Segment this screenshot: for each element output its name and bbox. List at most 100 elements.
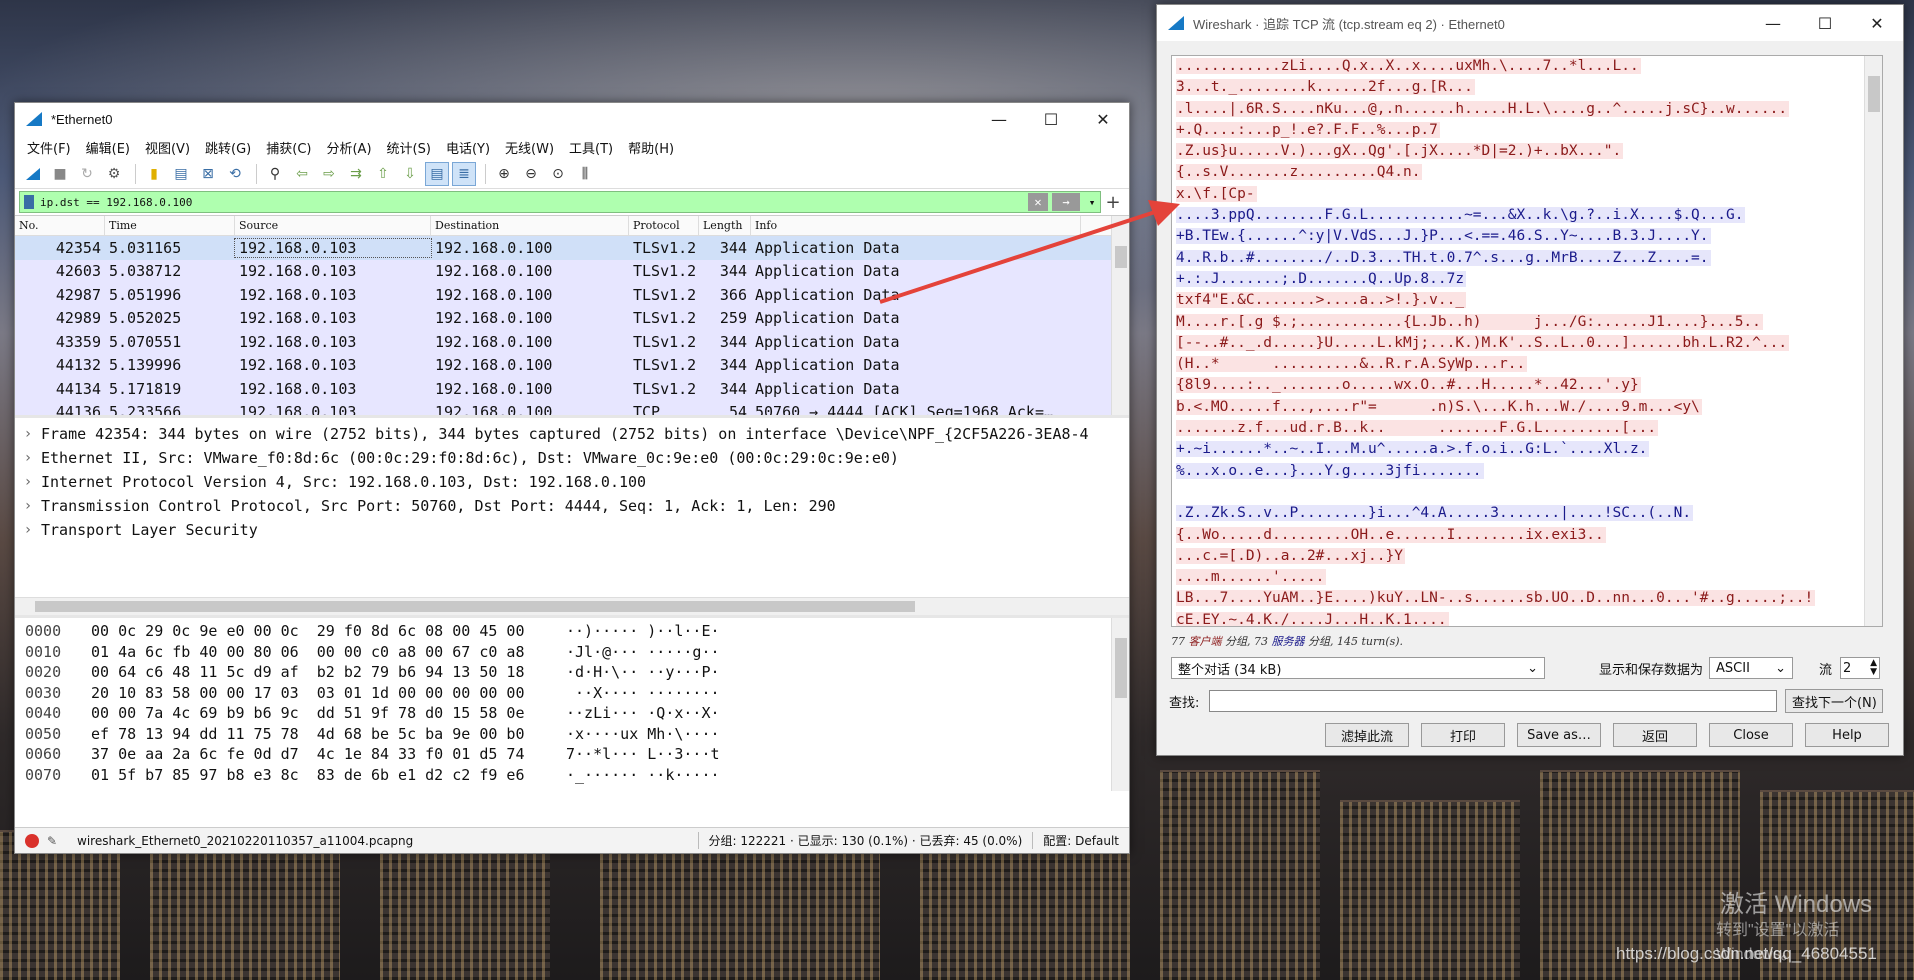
close-button[interactable]: ✕ (1077, 103, 1129, 135)
packet-row[interactable]: 44134 5.171819 192.168.0.103 192.168.0.1… (15, 377, 1129, 401)
packet-list-scrollbar[interactable] (1111, 216, 1129, 415)
close-button[interactable]: ✕ (1851, 7, 1903, 39)
packet-row[interactable]: 42989 5.052025 192.168.0.103 192.168.0.1… (15, 306, 1129, 330)
menu-statistics[interactable]: 统计(S) (381, 138, 440, 157)
capture-comment-icon[interactable]: ✎ (47, 834, 65, 848)
display-filter-input[interactable]: ip.dst == 192.168.0.100 ✕ → ▾ (19, 191, 1101, 213)
save-file-icon[interactable]: ▤ (169, 162, 193, 186)
bytes-row[interactable]: 0030 20 10 83 58 00 00 17 03 03 01 1d 00 … (15, 684, 1129, 705)
column-header-info[interactable]: Info (751, 216, 1081, 235)
find-packet-icon[interactable]: ⚲ (263, 162, 287, 186)
status-profile[interactable]: 配置: Default (1032, 832, 1129, 849)
detail-row[interactable]: › Ethernet II, Src: VMware_f0:8d:6c (00:0… (15, 446, 1129, 470)
expand-chevron-icon[interactable]: › (15, 522, 41, 538)
bytes-row[interactable]: 0070 01 5f b7 85 97 b8 e3 8c 83 de 6b e1 … (15, 766, 1129, 787)
apply-filter-icon[interactable]: → (1052, 193, 1080, 211)
capture-options-icon[interactable]: ⚙ (102, 162, 126, 186)
packet-row[interactable]: 43359 5.070551 192.168.0.103 192.168.0.1… (15, 330, 1129, 354)
bytes-scrollbar[interactable] (1111, 618, 1129, 791)
find-next-button[interactable]: 查找下一个(N) (1785, 689, 1884, 713)
menu-go[interactable]: 跳转(G) (199, 138, 260, 157)
menu-file[interactable]: 文件(F) (21, 138, 80, 157)
back-button[interactable]: 返回 (1613, 723, 1697, 747)
print-button[interactable]: 打印 (1421, 723, 1505, 747)
bytes-row[interactable]: 0050 ef 78 13 94 dd 11 75 78 4d 68 be 5c … (15, 725, 1129, 746)
stream-titlebar[interactable]: Wireshark · 追踪 TCP 流 (tcp.stream eq 2) ·… (1157, 5, 1903, 41)
bytes-row[interactable]: 0020 00 64 c6 48 11 5c d9 af b2 b2 79 b6 … (15, 663, 1129, 684)
conversation-select[interactable]: 整个对话 (34 kB) ⌄ (1171, 657, 1545, 679)
show-as-select[interactable]: ASCII ⌄ (1709, 657, 1794, 679)
column-header-length[interactable]: Length (699, 216, 751, 235)
detail-row[interactable]: › Internet Protocol Version 4, Src: 192.1… (15, 470, 1129, 494)
go-back-icon[interactable]: ⇦ (290, 162, 314, 186)
add-filter-button[interactable]: + (1101, 192, 1125, 213)
last-packet-icon[interactable]: ⇩ (398, 162, 422, 186)
reload-file-icon[interactable]: ⟲ (223, 162, 247, 186)
menu-capture[interactable]: 捕获(C) (260, 138, 320, 157)
maximize-button[interactable]: ☐ (1025, 103, 1077, 135)
open-file-icon[interactable]: ▮ (142, 162, 166, 186)
packet-length: 344 (719, 332, 747, 351)
expand-chevron-icon[interactable]: › (15, 474, 41, 490)
column-header-source[interactable]: Source (235, 216, 431, 235)
details-horizontal-scrollbar[interactable] (15, 597, 1129, 615)
restart-capture-icon[interactable]: ↻ (75, 162, 99, 186)
menu-help[interactable]: 帮助(H) (622, 138, 683, 157)
packet-row[interactable]: 44132 5.139996 192.168.0.103 192.168.0.1… (15, 353, 1129, 377)
menu-telephony[interactable]: 电话(Y) (440, 138, 499, 157)
resize-columns-icon[interactable]: ⫼ (573, 162, 597, 186)
clear-filter-icon[interactable]: ✕ (1028, 193, 1048, 211)
filter-dropdown-icon[interactable]: ▾ (1084, 196, 1100, 209)
expand-chevron-icon[interactable]: › (15, 426, 41, 442)
bytes-row[interactable]: 0040 00 00 7a 4c 69 b9 b6 9c dd 51 9f 78 … (15, 704, 1129, 725)
bookmark-icon[interactable] (24, 195, 34, 209)
autoscroll-icon[interactable]: ▤ (425, 161, 449, 186)
expand-chevron-icon[interactable]: › (15, 498, 41, 514)
display-filter-text[interactable]: ip.dst == 192.168.0.100 (40, 196, 1028, 209)
detail-row[interactable]: › Transmission Control Protocol, Src Port… (15, 494, 1129, 518)
close-file-icon[interactable]: ⊠ (196, 162, 220, 186)
column-header-protocol[interactable]: Protocol (629, 216, 699, 235)
detail-row[interactable]: › Frame 42354: 344 bytes on wire (2752 bi… (15, 422, 1129, 446)
column-header-destination[interactable]: Destination (431, 216, 629, 235)
maximize-button[interactable]: ☐ (1799, 7, 1851, 39)
bytes-row[interactable]: 0010 01 4a 6c fb 40 00 80 06 00 00 c0 a8 … (15, 643, 1129, 664)
bytes-row[interactable]: 0060 37 0e aa 2a 6c fe 0d d7 4c 1e 84 33 … (15, 745, 1129, 766)
first-packet-icon[interactable]: ⇧ (371, 162, 395, 186)
menu-wireless[interactable]: 无线(W) (499, 138, 563, 157)
filter-out-stream-button[interactable]: 滤掉此流 (1325, 723, 1409, 747)
detail-row[interactable]: › Transport Layer Security (15, 518, 1129, 542)
go-forward-icon[interactable]: ⇨ (317, 162, 341, 186)
column-header-time[interactable]: Time (105, 216, 235, 235)
go-to-packet-icon[interactable]: ⇉ (344, 162, 368, 186)
colorize-icon[interactable]: ≣ (452, 161, 476, 186)
normal-size-icon[interactable]: ⊙ (546, 162, 570, 186)
start-capture-icon[interactable] (21, 162, 45, 186)
spin-arrows-icon[interactable]: ▲ ▼ (1870, 659, 1877, 677)
zoom-in-icon[interactable]: ⊕ (492, 162, 516, 186)
column-header-no[interactable]: No. (15, 216, 105, 235)
menu-edit[interactable]: 编辑(E) (80, 138, 139, 157)
find-input[interactable] (1209, 690, 1778, 712)
stream-number-spinbox[interactable]: 2 ▲ ▼ (1840, 657, 1881, 679)
bytes-row[interactable]: 0000 00 0c 29 0c 9e e0 00 0c 29 f0 8d 6c … (15, 622, 1129, 643)
packet-row[interactable]: 42354 5.031165 192.168.0.103 192.168.0.1… (15, 236, 1129, 260)
stop-capture-icon[interactable]: ■ (48, 162, 72, 186)
stream-scrollbar[interactable] (1864, 56, 1882, 626)
stream-content[interactable]: ............zLi....Q.x..X..x....uxMh.\..… (1171, 55, 1883, 627)
packet-row[interactable]: 42603 5.038712 192.168.0.103 192.168.0.1… (15, 259, 1129, 283)
help-button[interactable]: Help (1805, 723, 1889, 747)
minimize-button[interactable]: — (1747, 7, 1799, 39)
expert-info-icon[interactable] (25, 833, 39, 848)
close-stream-button[interactable]: Close (1709, 723, 1793, 747)
packet-row[interactable]: 44136 5.233566 192.168.0.103 192.168.0.1… (15, 400, 1129, 415)
menu-tools[interactable]: 工具(T) (563, 138, 622, 157)
packet-row[interactable]: 42987 5.051996 192.168.0.103 192.168.0.1… (15, 283, 1129, 307)
zoom-out-icon[interactable]: ⊖ (519, 162, 543, 186)
menu-analyze[interactable]: 分析(A) (320, 138, 380, 157)
minimize-button[interactable]: — (973, 103, 1025, 135)
expand-chevron-icon[interactable]: › (15, 450, 41, 466)
main-titlebar[interactable]: *Ethernet0 — ☐ ✕ (15, 103, 1129, 135)
save-as-button[interactable]: Save as… (1517, 723, 1601, 747)
menu-view[interactable]: 视图(V) (139, 138, 199, 157)
